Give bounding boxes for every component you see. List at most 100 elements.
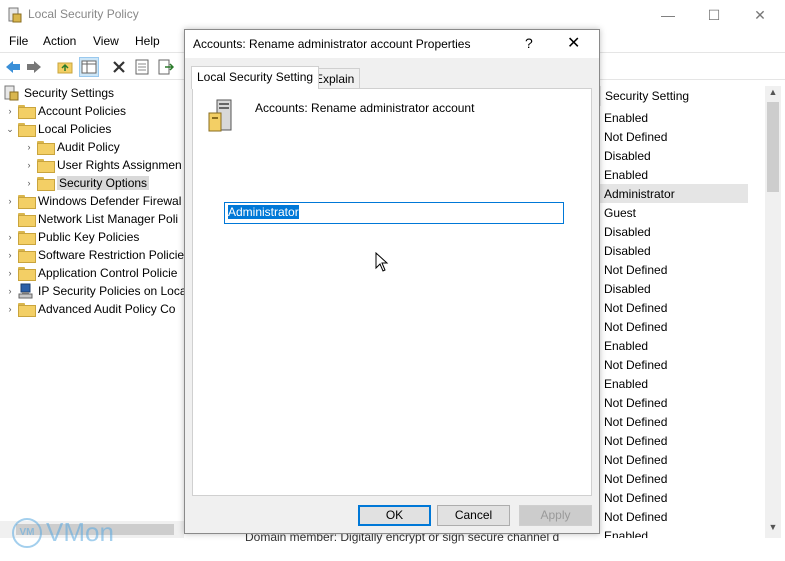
list-row[interactable]: Enabled (600, 526, 748, 538)
list-row[interactable]: Not Defined (600, 298, 748, 317)
ok-button[interactable]: OK (358, 505, 431, 526)
maximize-button[interactable]: ☐ (691, 0, 737, 30)
tree-label: Account Policies (38, 104, 127, 118)
list-row[interactable]: Disabled (600, 222, 748, 241)
scrollbar-thumb[interactable] (767, 102, 779, 192)
policy-list: Enabled Not Defined Disabled Enabled Adminis… (600, 108, 748, 538)
tree-label: Local Policies (38, 122, 112, 136)
list-row[interactable]: Not Defined (600, 450, 748, 469)
list-row[interactable]: Not Defined (600, 317, 748, 336)
forward-icon[interactable] (24, 57, 44, 77)
expand-arrow-icon[interactable]: › (23, 178, 35, 188)
tab-local-security-setting[interactable]: Local Security Setting (191, 66, 320, 89)
menu-help[interactable]: Help (135, 34, 160, 48)
tree-item-public-key-policies[interactable]: › Public Key Policies (4, 228, 139, 246)
list-row[interactable]: Enabled (600, 374, 748, 393)
properties-icon[interactable] (132, 57, 152, 77)
tree-item-local-policies[interactable]: ⌄ Local Policies (4, 120, 111, 138)
list-row[interactable]: Not Defined (600, 431, 748, 450)
list-row[interactable]: Not Defined (600, 393, 748, 412)
list-row[interactable]: Not Defined (600, 412, 748, 431)
dialog-title: Accounts: Rename administrator account P… (193, 37, 471, 51)
expand-arrow-icon[interactable]: › (23, 142, 35, 152)
folder-icon (18, 249, 36, 263)
folder-icon (37, 141, 55, 155)
list-row[interactable]: Not Defined (600, 507, 748, 526)
server-icon (208, 99, 232, 132)
show-hide-tree-icon[interactable] (79, 57, 99, 77)
list-row[interactable]: Guest (600, 203, 748, 222)
close-button[interactable]: ✕ (737, 0, 783, 30)
scroll-up-icon[interactable]: ▲ (765, 87, 781, 101)
help-button[interactable]: ? (525, 35, 533, 51)
tree-label: Application Control Policie (38, 266, 178, 280)
expand-arrow-icon[interactable]: › (4, 250, 16, 260)
tree-label: Windows Defender Firewal (38, 194, 182, 208)
ip-security-icon (18, 283, 33, 299)
expand-arrow-icon[interactable]: › (4, 268, 16, 278)
tree-item-ip-security-policies[interactable]: › IP Security Policies on Loca (4, 282, 184, 300)
watermark-badge: VM (12, 517, 42, 548)
tree-label: Network List Manager Poli (38, 212, 179, 226)
back-icon[interactable] (3, 57, 23, 77)
expand-arrow-icon[interactable]: › (23, 160, 35, 170)
tree-item-application-control[interactable]: › Application Control Policie (4, 264, 177, 282)
expand-arrow-icon[interactable]: › (4, 232, 16, 242)
menu-file[interactable]: File (9, 34, 28, 48)
expand-arrow-icon[interactable]: › (4, 196, 16, 206)
expand-arrow-icon[interactable]: › (4, 286, 16, 296)
collapse-arrow-icon[interactable]: ⌄ (4, 124, 16, 135)
folder-icon (18, 267, 36, 281)
tree-item-user-rights-assignment[interactable]: › User Rights Assignmen (23, 156, 182, 174)
list-row[interactable]: Enabled (600, 108, 748, 127)
list-row[interactable]: Enabled (600, 336, 748, 355)
list-row[interactable]: Administrator (600, 184, 748, 203)
list-row[interactable]: Not Defined (600, 469, 748, 488)
minimize-button[interactable]: — (645, 0, 691, 30)
list-row[interactable]: Disabled (600, 146, 748, 165)
folder-icon (37, 177, 55, 191)
tab-panel: Accounts: Rename administrator account A… (192, 88, 592, 496)
tree-item-account-policies[interactable]: › Account Policies (4, 102, 126, 120)
list-row[interactable]: Not Defined (600, 260, 748, 279)
tree-item-advanced-audit-policy[interactable]: › Advanced Audit Policy Co (4, 300, 175, 318)
menu-action[interactable]: Action (43, 34, 76, 48)
tree-item-windows-defender-firewall[interactable]: › Windows Defender Firewal (4, 192, 181, 210)
scroll-down-icon[interactable]: ▼ (765, 522, 781, 536)
up-folder-icon[interactable] (55, 57, 75, 77)
tree-item-audit-policy[interactable]: › Audit Policy (23, 138, 120, 156)
column-header-security-setting[interactable]: Security Setting (600, 86, 765, 106)
tree-label: Software Restriction Policie (38, 248, 184, 262)
watermark-text: VMon (46, 517, 114, 547)
list-row[interactable]: Not Defined (600, 488, 748, 507)
folder-icon (37, 159, 55, 173)
folder-icon (18, 213, 36, 227)
tree-item-network-list-manager[interactable]: Network List Manager Poli (4, 210, 178, 228)
tree-label: Public Key Policies (38, 230, 140, 244)
dialog-title-bar: Accounts: Rename administrator account P… (185, 30, 599, 58)
console-tree: Security Settings › Account Policies ⌄ L… (0, 82, 184, 520)
app-icon (8, 7, 22, 23)
export-list-icon[interactable] (156, 57, 176, 77)
folder-icon (18, 303, 36, 317)
dialog-close-button[interactable]: ✕ (567, 33, 580, 53)
list-row[interactable]: Disabled (600, 241, 748, 260)
list-row[interactable]: Not Defined (600, 355, 748, 374)
tree-item-security-settings[interactable]: Security Settings (4, 84, 114, 102)
list-vertical-scrollbar[interactable]: ▲ ▼ (765, 86, 781, 538)
expand-arrow-icon[interactable]: › (4, 304, 16, 314)
tree-item-software-restriction[interactable]: › Software Restriction Policie (4, 246, 184, 264)
account-name-input[interactable]: Administrator (224, 202, 564, 224)
folder-icon (18, 105, 36, 119)
tree-label: Audit Policy (57, 140, 120, 154)
list-row[interactable]: Enabled (600, 165, 748, 184)
list-row[interactable]: Disabled (600, 279, 748, 298)
cancel-button[interactable]: Cancel (437, 505, 510, 526)
menu-view[interactable]: View (93, 34, 119, 48)
expand-arrow-icon[interactable]: › (4, 106, 16, 116)
window-title: Local Security Policy (28, 7, 139, 21)
delete-icon[interactable] (109, 57, 129, 77)
list-row[interactable]: Not Defined (600, 127, 748, 146)
tree-label: Advanced Audit Policy Co (38, 302, 176, 316)
tree-item-security-options[interactable]: › Security Options (23, 174, 150, 192)
